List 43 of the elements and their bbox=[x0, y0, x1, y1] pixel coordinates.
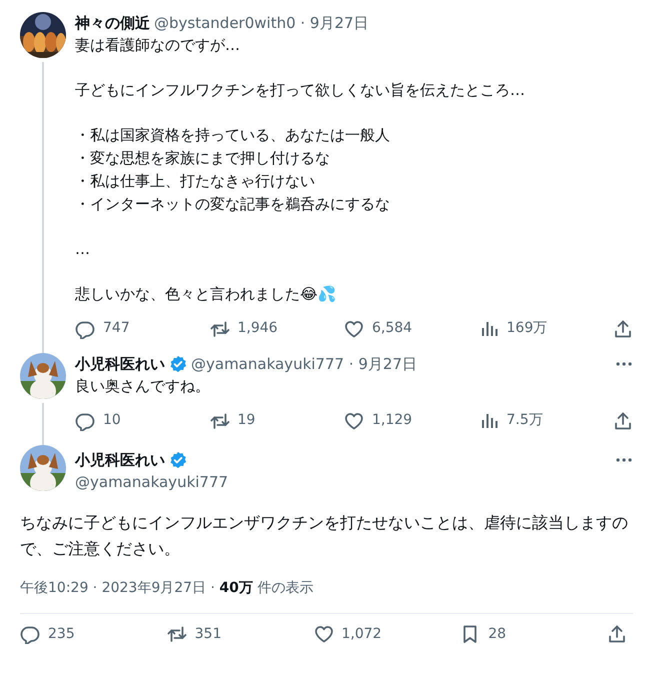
user-name: 神々の側近 bbox=[75, 13, 150, 34]
retweet-icon[interactable] bbox=[210, 318, 230, 338]
heart-icon[interactable] bbox=[344, 410, 364, 430]
retweet-count: 19 bbox=[238, 411, 256, 430]
more-icon[interactable] bbox=[615, 361, 633, 367]
tweet-meta: 午後10:29 · 2023年9月27日 · 40万 件の表示 bbox=[20, 578, 633, 614]
share-icon[interactable] bbox=[607, 624, 627, 644]
view-count: 169万 bbox=[506, 319, 548, 338]
view-count: 7.5万 bbox=[506, 411, 543, 430]
more-icon[interactable] bbox=[615, 457, 633, 463]
user-name: 小児科医れい bbox=[75, 450, 165, 471]
tweet-text: … bbox=[75, 239, 91, 260]
user-handle: @yamanakayuki777 · 9月27日 bbox=[191, 354, 417, 375]
tweet-text: ・私は仕事上、打たなきゃ行けない bbox=[75, 171, 316, 192]
reply-count: 747 bbox=[103, 319, 130, 338]
heart-icon[interactable] bbox=[344, 318, 364, 338]
reply-icon[interactable] bbox=[75, 410, 95, 430]
retweet-count: 1,946 bbox=[238, 319, 278, 338]
tweet-text: ・変な思想を家族にまで押し付けるな bbox=[75, 148, 331, 169]
retweet-icon[interactable] bbox=[166, 624, 187, 644]
reply-count: 10 bbox=[103, 411, 121, 430]
like-count: 1,072 bbox=[342, 624, 382, 644]
tweet-text: 子どもにインフルワクチンを打って欲しくない旨を伝えたところ… bbox=[75, 80, 526, 101]
tweet-text: ちなみに子どもにインフルエンザワクチンを打たせないことは、虐待に該当しますので、ご注意ください。 bbox=[20, 512, 629, 560]
share-icon[interactable] bbox=[613, 318, 633, 338]
retweet-icon[interactable] bbox=[210, 410, 230, 430]
user-handle: @bystander0with0 · 9月27日 bbox=[154, 13, 369, 34]
tweet-text: 良い奥さんですね。 bbox=[75, 376, 211, 397]
tweet-text: ・インターネットの変な記事を鵜呑みにするな bbox=[75, 194, 391, 215]
like-count: 1,129 bbox=[372, 411, 412, 430]
tweet-text: ・私は国家資格を持っている、あなたは一般人 bbox=[75, 125, 391, 146]
bookmark-count: 28 bbox=[488, 624, 506, 644]
tweet-text: 妻は看護師なのですが… bbox=[75, 35, 241, 56]
share-icon[interactable] bbox=[613, 410, 633, 430]
reply-icon[interactable] bbox=[20, 624, 40, 644]
like-count: 6,584 bbox=[372, 319, 412, 338]
user-handle: @yamanakayuki777 bbox=[75, 472, 228, 493]
reply-icon[interactable] bbox=[75, 318, 95, 338]
user-name: 小児科医れい bbox=[75, 354, 165, 375]
heart-icon[interactable] bbox=[314, 624, 334, 644]
retweet-count: 351 bbox=[194, 624, 222, 644]
reply-count: 235 bbox=[48, 624, 75, 644]
tweet-text: 悲しいかな、色々と言われました😂💦 bbox=[75, 284, 338, 305]
